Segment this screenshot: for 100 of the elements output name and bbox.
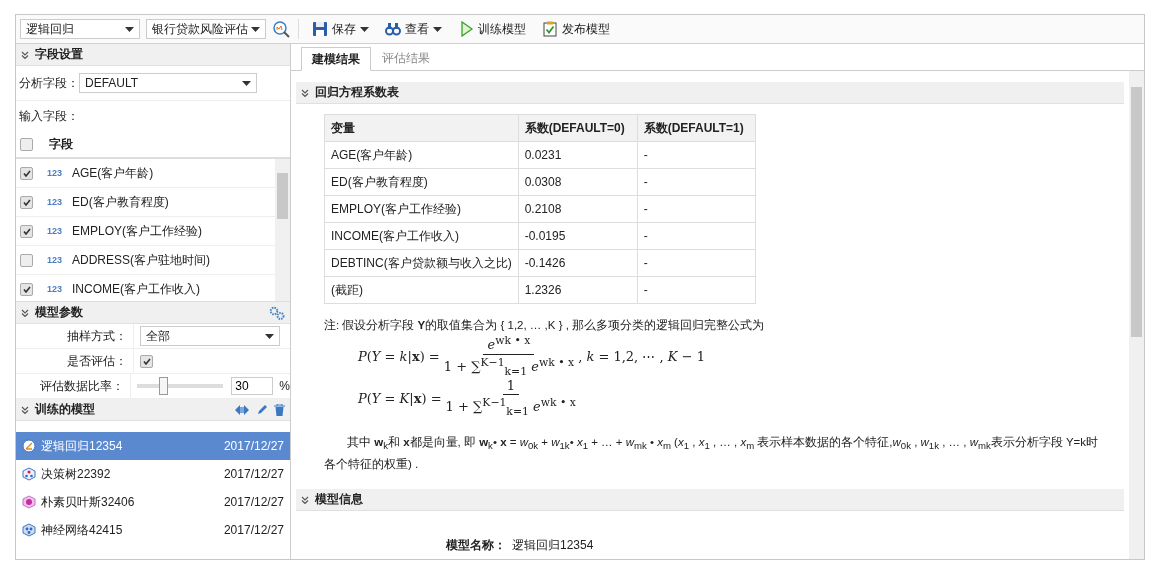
model-list-item[interactable]: 朴素贝叶斯32406 2017/12/27 (16, 488, 290, 516)
view-button[interactable]: 查看 (380, 18, 447, 40)
formula-text: , k = 1,2, ⋯ , K − 1 (578, 348, 705, 364)
info-label: 模型名称： (446, 537, 506, 555)
publish-button[interactable]: 发布模型 (537, 18, 615, 40)
info-value: 逻辑回归12354 (512, 537, 594, 555)
network-badge-icon (22, 523, 36, 537)
checkbox[interactable] (20, 137, 33, 151)
table-cell: - (637, 222, 756, 250)
table-cell: EMPLOY(客户工作经验) (324, 195, 519, 223)
chart-badge-icon (22, 439, 36, 453)
field-name: AGE(客户年龄) (72, 164, 154, 182)
param-label: 评估数据比率： (16, 374, 132, 398)
model-list-item[interactable]: 逻辑回归12354 2017/12/27 (16, 432, 290, 460)
gears-icon (269, 305, 285, 320)
fraction: 1 1 + ∑$^{K−1}$$_{k=1}$ e$^{wk • x}$ (445, 378, 576, 418)
field-label: 分析字段： (19, 74, 79, 92)
scrollbar[interactable] (1129, 71, 1144, 559)
checkbox[interactable] (20, 195, 33, 209)
checkbox[interactable] (20, 166, 33, 180)
play-icon (458, 21, 474, 37)
param-label: 抽样方式： (16, 324, 134, 348)
numeric-type-label: 123 (47, 197, 63, 207)
caret-icon (265, 333, 274, 339)
caret-icon (433, 26, 442, 32)
caret-icon (242, 80, 251, 86)
table-cell: -0.1426 (518, 249, 638, 277)
column-header: 系数(DEFAULT=1) (637, 114, 756, 142)
train-button[interactable]: 训练模型 (453, 18, 531, 40)
sampling-select[interactable]: 全部 (140, 326, 280, 346)
analysis-field-select[interactable]: DEFAULT (79, 73, 257, 93)
section-header[interactable]: 回归方程系数表 (296, 82, 1124, 104)
column-header: 系数(DEFAULT=0) (518, 114, 638, 142)
trash-icon (274, 403, 285, 416)
table-cell: AGE(客户年龄) (324, 141, 519, 169)
param-label: 是否评估： (16, 349, 134, 373)
table-cell: (截距) (324, 276, 519, 304)
table-cell: - (637, 249, 756, 277)
circle-badge-icon (22, 495, 36, 509)
table-cell: - (637, 276, 756, 304)
caret-icon (360, 26, 369, 32)
table-cell: - (637, 195, 756, 223)
numeric-type-label: 123 (47, 284, 63, 294)
caret-icon (251, 26, 260, 32)
number-field[interactable]: 30 (231, 377, 274, 395)
table-cell: DEBTINC(客户贷款额与收入之比) (324, 249, 519, 277)
scrollbar[interactable] (275, 159, 290, 301)
column-header: 字段 (49, 135, 73, 153)
section-header[interactable]: 字段设置 (16, 44, 290, 66)
collapse-icon (301, 88, 309, 97)
checkmark-icon (22, 285, 31, 293)
section-header[interactable]: 训练的模型 (16, 399, 290, 421)
unit-label: % (279, 379, 290, 393)
model-type-select[interactable]: 逻辑回归 (20, 19, 140, 39)
numeric-type-label: 123 (47, 255, 63, 265)
table-cell: - (637, 141, 756, 169)
numeric-type-label: 123 (47, 226, 63, 236)
search-icon (272, 20, 290, 38)
explanation-text: 其中 w$_{k}$和 x都是向量, 即 w$_{k}$• x = w$_{0k}$ + w$_{1k}$• x$_{1}$ + … + w$_{mk}$ • x$_{m}$ (x$_{1}$ , x$_{1}$ , … , x$_{m}$ 表示样本数据的各个特征,w$_{0k}$ , w$_{1k}$ , … , w$_{mk}$表示分析字段 Y=k时各个特征的权重) . (324, 435, 1100, 473)
model-list-item[interactable]: 决策树22392 2017/12/27 (16, 460, 290, 488)
collapse-icon (21, 405, 29, 414)
save-button[interactable]: 保存 (307, 18, 374, 40)
column-header: 变量 (324, 114, 519, 142)
formula-text: P(Y = K|x) = (358, 390, 442, 406)
pencil-icon (256, 403, 268, 416)
checkbox[interactable] (20, 224, 33, 238)
checkbox[interactable] (20, 282, 33, 296)
field-name: ED(客户教育程度) (72, 193, 169, 211)
table-cell: ED(客户教育程度) (324, 168, 519, 196)
table-cell: INCOME(客户工作收入) (324, 222, 519, 250)
checkbox[interactable] (20, 253, 33, 267)
dataset-select[interactable]: 银行贷款风险评估 (146, 19, 266, 39)
field-label: 输入字段： (19, 107, 79, 125)
section-header[interactable]: 模型参数 (16, 302, 290, 324)
table-cell: 0.0308 (518, 168, 638, 196)
table-cell: 0.0231 (518, 141, 638, 169)
numeric-type-label: 123 (47, 168, 63, 178)
checkmark-icon (22, 198, 31, 206)
collapse-icon (21, 50, 29, 59)
caret-icon (125, 26, 134, 32)
tab[interactable]: 评估结果 (371, 46, 441, 70)
fraction: e$^{wk • x}$ 1 + ∑$^{K−1}$$_{k=1}$ e$^{wk • x}$ (443, 334, 575, 378)
clipboard-check-icon (542, 21, 558, 37)
tree-badge-icon (22, 467, 36, 481)
checkmark-icon (142, 357, 151, 365)
model-list-item[interactable]: 神经网络42415 2017/12/27 (16, 516, 290, 544)
collapse-icon (301, 495, 309, 504)
table-cell: - (637, 168, 756, 196)
field-name: ADDRESS(客户驻地时间) (72, 251, 211, 269)
tab[interactable]: 建模结果 (301, 47, 371, 71)
diamond-arrows-icon (234, 403, 250, 416)
checkbox[interactable] (140, 354, 153, 368)
section-header[interactable]: 模型信息 (296, 489, 1124, 512)
table-cell: -0.0195 (518, 222, 638, 250)
note-text: 注: 假设分析字段 Y的取值集合为 { 1,2, … ,K } , 那么多项分类的逻辑回归完整公式为 (324, 318, 766, 333)
table-cell: 1.2326 (518, 276, 638, 304)
checkmark-icon (22, 169, 31, 177)
field-name: EMPLOY(客户工作经验) (72, 222, 203, 240)
checkmark-icon (22, 227, 31, 235)
slider-thumb[interactable] (159, 377, 169, 395)
